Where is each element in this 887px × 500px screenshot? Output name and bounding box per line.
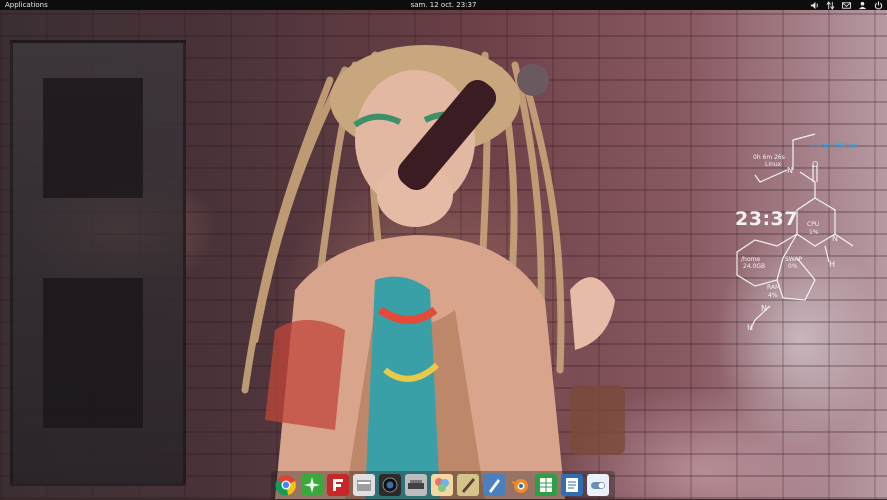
atom-n-top: N xyxy=(787,166,793,175)
draw-icon[interactable] xyxy=(483,474,505,496)
conky-time: 23:37 xyxy=(735,208,798,230)
system-tray xyxy=(810,0,883,10)
scanner-icon[interactable] xyxy=(405,474,427,496)
conky-uptime: 0h 6m 26s xyxy=(753,154,785,161)
singer-photo xyxy=(241,45,625,499)
photos-icon[interactable] xyxy=(431,474,453,496)
filezilla-icon[interactable] xyxy=(327,474,349,496)
conky-os: Linux xyxy=(765,161,782,168)
panel-clock[interactable]: sam. 12 oct. 23:37 xyxy=(0,0,887,10)
atom-n-ring: N xyxy=(832,234,838,243)
blender-icon[interactable] xyxy=(509,474,531,496)
home-value: 24.0GB xyxy=(743,263,766,270)
wall-window-upper xyxy=(43,78,143,198)
atom-h-ring: H xyxy=(829,260,836,269)
swap-value: 0% xyxy=(788,263,798,270)
spreadsheet-icon[interactable] xyxy=(535,474,557,496)
cpu-value: 1% xyxy=(809,229,819,236)
camera-icon[interactable] xyxy=(379,474,401,496)
molecule-structure xyxy=(736,133,854,331)
volume-icon[interactable] xyxy=(810,1,819,10)
writer-icon[interactable] xyxy=(561,474,583,496)
network-icon[interactable] xyxy=(826,0,835,10)
conky-title: insomniaque xyxy=(810,141,859,150)
atom-h-bottom: H xyxy=(747,323,754,332)
ram-value: 4% xyxy=(768,292,778,299)
settings-toggle-icon[interactable] xyxy=(587,474,609,496)
home-label: /home xyxy=(741,256,761,263)
top-panel: Applications sam. 12 oct. 23:37 xyxy=(0,0,887,10)
dock xyxy=(271,471,615,499)
atom-o: O xyxy=(812,160,819,169)
chrome-icon[interactable] xyxy=(275,474,297,496)
compass-icon[interactable] xyxy=(301,474,323,496)
wall-panel xyxy=(10,40,186,486)
conky-system-monitor: insomniaque 0h 6m 26s Linux N O 23:37 CP… xyxy=(725,130,875,340)
user-icon[interactable] xyxy=(858,1,867,10)
wall-window-lower xyxy=(43,278,143,428)
mail-icon[interactable] xyxy=(842,1,851,10)
power-icon[interactable] xyxy=(874,0,883,10)
files-icon[interactable] xyxy=(353,474,375,496)
ink-icon[interactable] xyxy=(457,474,479,496)
atom-n-bottom: N xyxy=(761,304,767,313)
cpu-label: CPU xyxy=(807,221,820,228)
ram-label: RAM xyxy=(767,284,781,291)
swap-label: SWAP xyxy=(785,256,803,263)
